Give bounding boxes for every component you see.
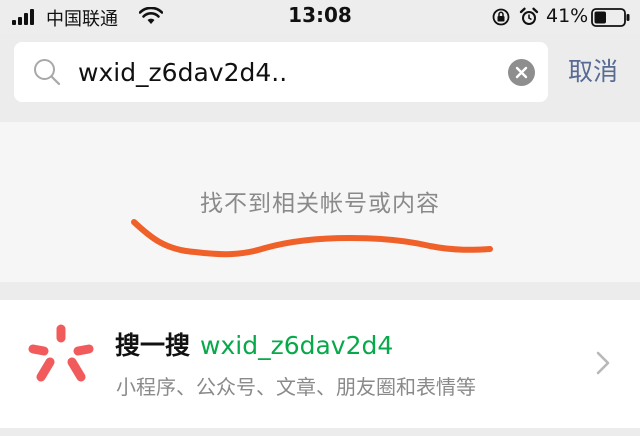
no-result-card: 找不到相关帐号或内容 [0,122,640,282]
rotation-lock-icon [492,8,510,26]
sou-yi-sou-logo-icon [28,324,94,382]
clear-icon[interactable] [508,59,535,86]
sou-yi-sou-query: wxid_z6dav2d4 [200,331,394,360]
cancel-button[interactable]: 取消 [568,52,618,88]
sou-yi-sou-row[interactable]: 搜一搜 wxid_z6dav2d4 小程序、公众号、文章、朋友圈和表情等 [0,300,640,428]
alarm-icon [519,7,539,25]
status-bar: 中国联通 13:08 41% [0,0,640,34]
battery-percent: 41% [546,5,589,27]
battery-icon [591,8,630,27]
sou-yi-sou-title-row: 搜一搜 wxid_z6dav2d4 [115,326,393,362]
search-icon [34,59,61,86]
sou-yi-sou-title: 搜一搜 [115,331,191,360]
sou-yi-sou-subtitle: 小程序、公众号、文章、朋友圈和表情等 [116,375,476,399]
clock: 13:08 [288,3,352,27]
search-input[interactable] [78,52,488,92]
scribble-annotation [131,219,493,258]
search-box[interactable] [14,42,548,102]
chevron-right-icon [596,351,610,375]
